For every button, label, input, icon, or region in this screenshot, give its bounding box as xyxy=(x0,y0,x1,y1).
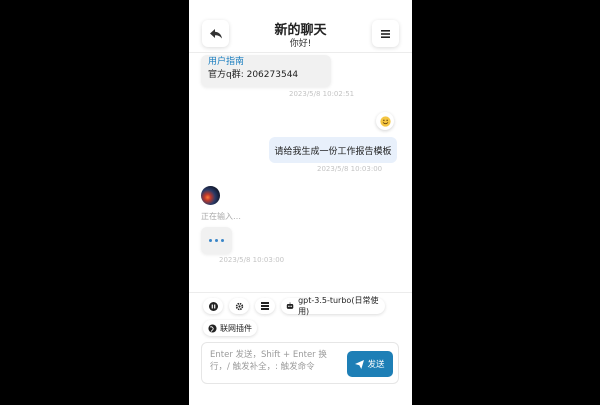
chat-window: 新的聊天 你好! 用户指南 官方q群: 206273544 2023/5/8 1… xyxy=(189,0,412,405)
globe-icon xyxy=(208,323,217,333)
robot-icon xyxy=(286,302,294,309)
chat-toolbar: gpt-3.5-turbo(日常使用) 联网插件 xyxy=(189,292,412,341)
send-button[interactable]: 发送 xyxy=(347,351,393,377)
typing-status: 正在输入… xyxy=(201,212,241,221)
gear-icon xyxy=(235,302,243,310)
message-timestamp: 2023/5/8 10:03:00 xyxy=(219,256,285,264)
chat-header: 新的聊天 你好! xyxy=(189,0,412,53)
emoji-button[interactable] xyxy=(376,112,394,130)
bot-message: 用户指南 官方q群: 206273544 xyxy=(201,55,331,87)
stop-button[interactable] xyxy=(203,298,223,314)
prompt-button[interactable] xyxy=(255,298,275,314)
layers-icon xyxy=(261,302,269,310)
typing-dot xyxy=(215,239,218,242)
message-input[interactable]: Enter 发送，Shift + Enter 换行，/ 触发补全，: 触发命令 … xyxy=(201,342,399,384)
user-guide-link[interactable]: 用户指南 xyxy=(208,56,324,69)
qq-group-text: 官方q群: 206273544 xyxy=(208,70,299,80)
plugin-toggle[interactable]: 联网插件 xyxy=(203,320,257,336)
bot-avatar xyxy=(201,186,220,205)
user-message: 请给我生成一份工作报告模板 xyxy=(269,137,397,163)
typing-dot xyxy=(221,239,224,242)
send-label: 发送 xyxy=(367,360,385,370)
send-icon xyxy=(355,359,365,369)
hamburger-icon xyxy=(381,29,390,38)
typing-dot xyxy=(209,239,212,242)
message-timestamp: 2023/5/8 10:03:00 xyxy=(317,165,383,173)
model-selector[interactable]: gpt-3.5-turbo(日常使用) xyxy=(281,296,385,316)
typing-indicator xyxy=(201,227,232,254)
settings-button[interactable] xyxy=(229,298,249,314)
message-timestamp: 2023/5/8 10:02:51 xyxy=(289,90,355,98)
input-placeholder: Enter 发送，Shift + Enter 换行，/ 触发补全，: 触发命令 xyxy=(210,350,327,372)
plugin-label: 联网插件 xyxy=(220,323,252,333)
menu-button[interactable] xyxy=(372,20,399,47)
message-list[interactable]: 用户指南 官方q群: 206273544 2023/5/8 10:02:51 请… xyxy=(189,53,412,290)
model-label: gpt-3.5-turbo(日常使用) xyxy=(298,296,379,316)
smile-emoji-icon xyxy=(379,115,391,127)
pause-icon xyxy=(208,301,218,311)
